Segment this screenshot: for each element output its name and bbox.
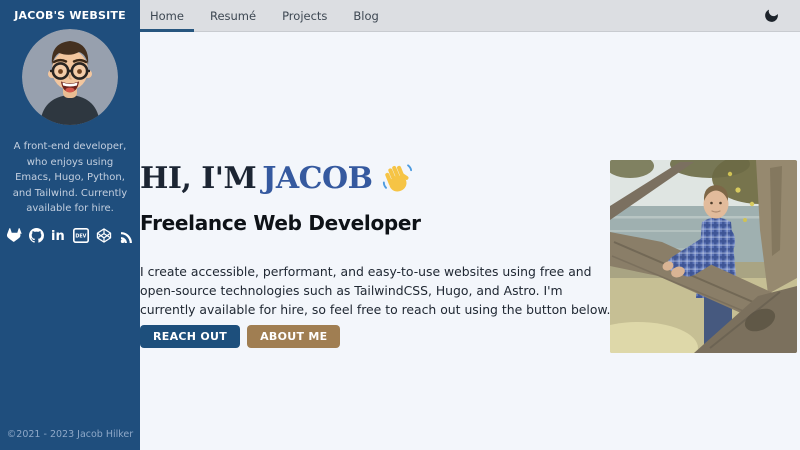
profile-photo-illustration bbox=[610, 160, 797, 353]
avatar bbox=[22, 29, 118, 125]
sidebar: JACOB'S WEBSITE bbox=[0, 0, 140, 450]
site-title[interactable]: JACOB'S WEBSITE bbox=[14, 9, 126, 22]
nav-item-home[interactable]: Home bbox=[140, 0, 194, 31]
waving-hand-icon bbox=[379, 162, 415, 196]
avatar-illustration bbox=[22, 29, 118, 125]
linkedin-icon[interactable]: in bbox=[51, 228, 66, 243]
hero-heading: HI, I'M JACOB bbox=[140, 161, 415, 196]
reach-out-button[interactable]: REACH OUT bbox=[140, 325, 240, 348]
hero-paragraph: I create accessible, performant, and eas… bbox=[140, 262, 616, 320]
hero-greeting-name: JACOB bbox=[262, 161, 372, 196]
nav-item-blog[interactable]: Blog bbox=[343, 0, 388, 31]
rss-icon[interactable] bbox=[119, 228, 134, 243]
codepen-icon[interactable] bbox=[96, 228, 112, 243]
profile-photo bbox=[610, 160, 797, 353]
gitlab-icon[interactable] bbox=[7, 228, 22, 242]
dev-glyph: DEV bbox=[75, 233, 86, 239]
github-icon[interactable] bbox=[29, 228, 44, 243]
dark-mode-toggle[interactable] bbox=[763, 0, 780, 31]
nav-item-projects[interactable]: Projects bbox=[272, 0, 337, 31]
bio-text: A front-end developer, who enjoys using … bbox=[0, 139, 140, 217]
hero-greeting-prefix: HI, I'M bbox=[140, 161, 256, 196]
moon-icon bbox=[763, 7, 780, 24]
top-navbar: Home Resumé Projects Blog bbox=[140, 0, 800, 32]
hero-buttons: REACH OUT ABOUT ME bbox=[140, 325, 340, 348]
copyright: ©2021 - 2023 Jacob Hilker bbox=[0, 429, 140, 440]
nav-item-resume[interactable]: Resumé bbox=[200, 0, 266, 31]
hero-subtitle: Freelance Web Developer bbox=[140, 211, 421, 235]
linkedin-glyph: in bbox=[51, 229, 65, 243]
about-me-button[interactable]: ABOUT ME bbox=[247, 325, 340, 348]
dev-icon[interactable]: DEV bbox=[73, 228, 89, 243]
social-links: in DEV bbox=[7, 228, 134, 243]
